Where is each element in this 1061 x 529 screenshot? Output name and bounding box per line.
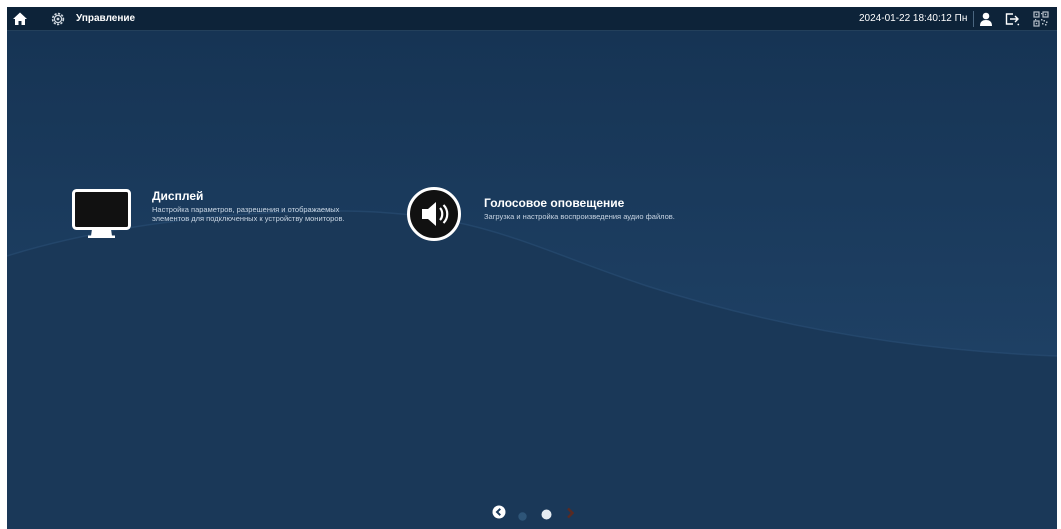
home-icon[interactable] [12,11,28,27]
pagination [487,505,587,521]
page-title: Управление [76,13,136,24]
prev-page-icon[interactable] [492,505,506,524]
card-description: Загрузка и настройка воспроизведения ауд… [484,212,675,221]
qr-code-icon[interactable] [1033,11,1049,27]
speaker-icon [406,186,462,242]
app-frame: Управление 2024-01-22 18:40:12 Пн Диспле… [0,0,1061,529]
main-panel: Дисплей Настройка параметров, разрешения… [7,31,1057,529]
card-title: Дисплей [152,189,204,203]
background-wave [7,31,1057,529]
next-page-icon[interactable] [565,506,575,524]
monitor-icon [72,189,132,239]
top-bar: Управление 2024-01-22 18:40:12 Пн [7,7,1057,31]
page-dot-1[interactable] [518,508,527,526]
card-description: Настройка параметров, разрешения и отобр… [152,205,345,223]
card-title: Голосовое оповещение [484,196,625,210]
user-icon[interactable] [978,11,994,27]
gear-icon[interactable] [50,11,66,27]
card-voice-notification[interactable]: Голосовое оповещение Загрузка и настройк… [406,186,696,246]
card-display[interactable]: Дисплей Настройка параметров, разрешения… [72,186,362,246]
page-dot-2[interactable] [541,507,552,525]
divider [973,11,974,27]
datetime-display: 2024-01-22 18:40:12 Пн [859,13,968,24]
logout-icon[interactable] [1004,11,1020,27]
